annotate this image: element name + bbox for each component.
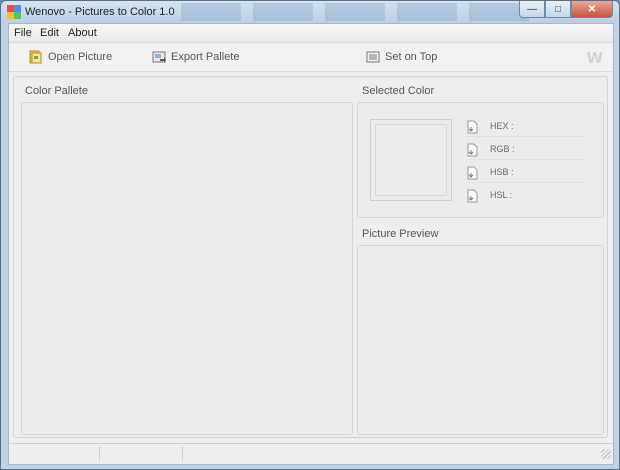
picture-preview-panel bbox=[357, 245, 604, 435]
wenovo-logo: W bbox=[586, 49, 603, 67]
app-icon[interactable] bbox=[7, 5, 21, 19]
maximize-icon: □ bbox=[554, 3, 562, 15]
open-picture-label: Open Picture bbox=[48, 51, 113, 63]
selected-color-swatch bbox=[370, 119, 452, 201]
hsl-label: HSL : bbox=[490, 190, 513, 200]
status-segment-1 bbox=[9, 446, 100, 461]
hex-row: HEX : bbox=[466, 116, 584, 137]
rgb-label: RGB : bbox=[490, 144, 515, 154]
toolbar: Open Picture Export Pallete Set on Top W bbox=[9, 43, 613, 72]
main-panel: Color Pallete Selected Color HEX : RGB:… bbox=[13, 76, 608, 438]
menu-about[interactable]: About bbox=[68, 27, 97, 39]
copy-hex-icon[interactable] bbox=[466, 120, 478, 134]
selected-color-title: Selected Color bbox=[362, 85, 435, 97]
open-picture-button[interactable]: Open Picture bbox=[29, 49, 112, 65]
client-area: File Edit About Open Picture Export Pall… bbox=[8, 23, 614, 465]
hsb-label: HSB : bbox=[490, 167, 514, 177]
window-controls: — □ ✕ bbox=[519, 1, 613, 18]
picture-preview-title: Picture Preview bbox=[362, 228, 439, 240]
export-pallete-icon bbox=[152, 51, 166, 63]
export-pallete-button[interactable]: Export Pallete bbox=[152, 49, 239, 65]
background-taskbar-blur bbox=[181, 3, 541, 21]
minimize-icon: — bbox=[527, 3, 537, 15]
hsl-row: HSL : bbox=[466, 185, 584, 205]
app-window: Wenovo - Pictures to Color 1.0 — □ ✕ Fil… bbox=[0, 0, 620, 470]
export-pallete-label: Export Pallete bbox=[171, 51, 240, 63]
color-pallete-title: Color Pallete bbox=[25, 85, 88, 97]
copy-rgb-icon[interactable] bbox=[466, 143, 478, 157]
status-bar bbox=[9, 443, 613, 464]
open-picture-icon bbox=[29, 50, 42, 64]
selected-color-panel: HEX : RGB : HSB : HSL: bbox=[357, 102, 604, 218]
maximize-button[interactable]: □ bbox=[545, 1, 571, 18]
set-on-top-icon bbox=[366, 51, 380, 63]
status-segment-2 bbox=[100, 446, 183, 461]
selected-color-swatch-inner bbox=[375, 124, 447, 196]
minimize-button[interactable]: — bbox=[519, 1, 545, 18]
resize-grip-icon[interactable] bbox=[601, 449, 611, 459]
copy-hsb-icon[interactable] bbox=[466, 166, 478, 180]
hsb-row: HSB : bbox=[466, 162, 584, 183]
copy-hsl-icon[interactable] bbox=[466, 189, 478, 203]
menu-edit[interactable]: Edit bbox=[40, 27, 59, 39]
window-title: Wenovo - Pictures to Color 1.0 bbox=[25, 6, 175, 18]
hex-label: HEX : bbox=[490, 121, 514, 131]
close-button[interactable]: ✕ bbox=[571, 1, 613, 18]
close-icon: ✕ bbox=[587, 3, 597, 15]
set-on-top-button[interactable]: Set on Top bbox=[366, 49, 437, 65]
rgb-row: RGB : bbox=[466, 139, 584, 160]
set-on-top-label: Set on Top bbox=[385, 51, 438, 63]
color-pallete-panel[interactable] bbox=[21, 102, 353, 435]
menu-file[interactable]: File bbox=[14, 27, 32, 39]
menu-bar: File Edit About bbox=[9, 24, 613, 43]
title-bar[interactable]: Wenovo - Pictures to Color 1.0 — □ ✕ bbox=[1, 1, 619, 23]
